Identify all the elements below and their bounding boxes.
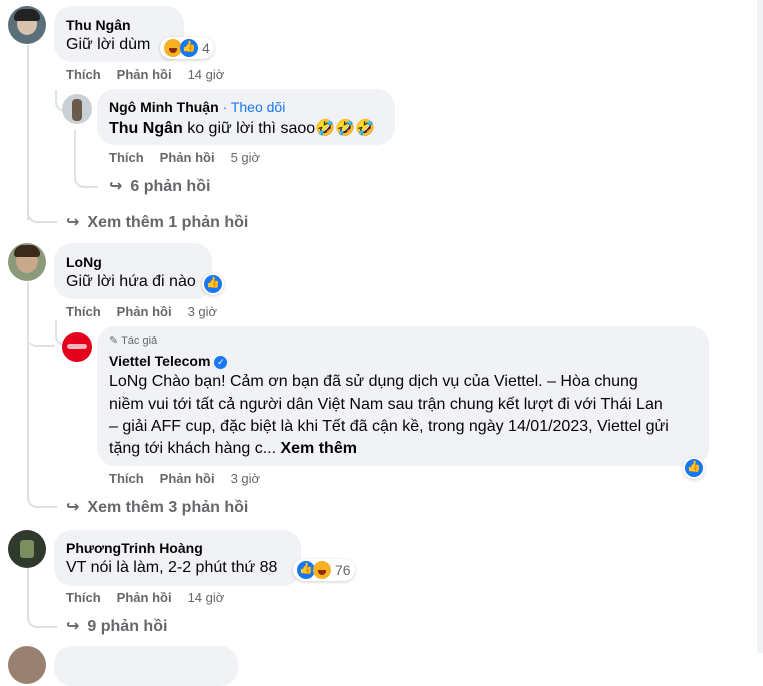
comment-author[interactable]: PhươngTrinh Hoàng: [66, 540, 203, 556]
reply-header: Ngô Minh Thuận · Theo dõi: [109, 99, 285, 115]
like-button[interactable]: Thích: [66, 304, 101, 319]
view-replies-label: 6 phản hồi: [130, 178, 211, 195]
reply-arrow-icon: ↪: [66, 214, 80, 231]
reply-header: Viettel Telecom ✓: [109, 353, 228, 369]
reply-author[interactable]: Viettel Telecom: [109, 353, 210, 369]
like-button[interactable]: Thích: [109, 150, 144, 165]
reply-button[interactable]: Phản hồi: [160, 471, 215, 486]
avatar-object: [20, 540, 34, 558]
avatar[interactable]: [62, 94, 92, 124]
avatar-hair: [14, 245, 40, 257]
reaction-summary[interactable]: 76: [293, 559, 355, 581]
like-button[interactable]: Thích: [109, 471, 144, 486]
comment-actions: Thích Phản hồi 14 giờ: [66, 67, 240, 82]
reply-text-line: tặng tới khách hàng c...: [109, 440, 281, 457]
thread-curve: [74, 170, 98, 188]
thread-line: [27, 568, 29, 613]
comment-text: Giữ lời dùm: [66, 36, 151, 53]
see-more-replies-link[interactable]: ↪ Xem thêm 1 phản hồi: [66, 212, 248, 232]
follow-link[interactable]: · Theo dõi: [223, 99, 286, 115]
reply-button[interactable]: Phản hồi: [117, 304, 172, 319]
avatar-hair: [14, 9, 40, 21]
reply-arrow-icon: ↪: [66, 618, 80, 635]
reply-body: ko giữ lời thì saoo🤣🤣🤣: [182, 120, 375, 137]
reaction-summary[interactable]: [683, 457, 705, 479]
reply-arrow-icon: ↪: [66, 499, 80, 516]
reaction-summary[interactable]: 4: [160, 37, 214, 59]
avatar[interactable]: [8, 6, 46, 44]
reply-actions: Thích Phản hồi 3 giờ: [109, 471, 276, 486]
avatar[interactable]: [8, 530, 46, 568]
scrollbar[interactable]: [757, 0, 763, 653]
timestamp[interactable]: 14 giờ: [188, 67, 225, 82]
comment-text: Giữ lời hứa đi nào: [66, 273, 196, 290]
reply-actions: Thích Phản hồi 5 giờ: [109, 150, 276, 165]
reply-button[interactable]: Phản hồi: [117, 67, 172, 82]
like-button[interactable]: Thích: [66, 67, 101, 82]
comment-bubble: [54, 530, 301, 586]
see-more-button[interactable]: Xem thêm: [280, 440, 356, 457]
thread-line: [27, 282, 29, 492]
comment-bubble: [54, 646, 238, 686]
thread-curve: [27, 315, 55, 347]
mention-link[interactable]: Thu Ngân: [109, 120, 183, 137]
reply-text-line: – giải AFF cup, đặc biệt là khi Tết đã c…: [109, 418, 669, 435]
reaction-count: 4: [202, 40, 210, 56]
timestamp[interactable]: 14 giờ: [188, 590, 225, 605]
comment-actions: Thích Phản hồi 14 giờ: [66, 590, 240, 605]
comment-author[interactable]: LoNg: [66, 254, 102, 270]
thread-curve: [27, 205, 57, 223]
see-more-label: Xem thêm 1 phản hồi: [87, 214, 249, 231]
thread-line: [74, 130, 76, 170]
see-more-replies-link[interactable]: ↪ Xem thêm 3 phản hồi: [66, 497, 248, 517]
see-more-label: Xem thêm 3 phản hồi: [87, 499, 249, 516]
haha-icon: [313, 561, 331, 579]
reaction-summary[interactable]: [202, 273, 224, 295]
reply-text: Thu Ngân ko giữ lời thì saoo🤣🤣🤣: [109, 118, 375, 138]
avatar-figure: [72, 99, 82, 121]
view-replies-link[interactable]: ↪ 9 phản hồi: [66, 616, 167, 636]
reply-text-last: tặng tới khách hàng c... Xem thêm: [109, 440, 357, 458]
avatar[interactable]: [8, 646, 46, 684]
avatar[interactable]: [62, 332, 92, 362]
reply-button[interactable]: Phản hồi: [117, 590, 172, 605]
comment-actions: Thích Phản hồi 3 giờ: [66, 304, 233, 319]
view-replies-label: 9 phản hồi: [87, 618, 168, 635]
thread-curve: [27, 610, 57, 628]
reply-button[interactable]: Phản hồi: [160, 150, 215, 165]
reply-text-line: niềm vui tới tất cả người dân Việt Nam s…: [109, 396, 663, 413]
reply-author[interactable]: Ngô Minh Thuận: [109, 99, 219, 115]
verified-icon: ✓: [214, 355, 228, 369]
timestamp[interactable]: 3 giờ: [188, 304, 218, 319]
timestamp[interactable]: 5 giờ: [231, 150, 261, 165]
pencil-icon: ✎: [109, 335, 119, 347]
author-badge: ✎ Tác giả: [109, 334, 157, 347]
author-badge-label: Tác giả: [121, 335, 158, 347]
comment-text: VT nói là làm, 2-2 phút thứ 88: [66, 559, 278, 576]
like-icon: [180, 39, 198, 57]
reply-text-line: LoNg Chào bạn! Cảm ơn bạn đã sử dụng dịc…: [109, 373, 638, 390]
thread-curve: [27, 490, 57, 508]
avatar[interactable]: [8, 243, 46, 281]
comment-author[interactable]: Thu Ngân: [66, 17, 131, 33]
reply-arrow-icon: ↪: [109, 178, 123, 195]
thread-line: [27, 45, 29, 220]
view-replies-link[interactable]: ↪ 6 phản hồi: [109, 176, 210, 196]
like-icon: [685, 459, 703, 477]
brand-logo: [67, 344, 87, 349]
like-icon: [204, 275, 222, 293]
reaction-count: 76: [335, 562, 351, 578]
like-button[interactable]: Thích: [66, 590, 101, 605]
timestamp[interactable]: 3 giờ: [231, 471, 261, 486]
